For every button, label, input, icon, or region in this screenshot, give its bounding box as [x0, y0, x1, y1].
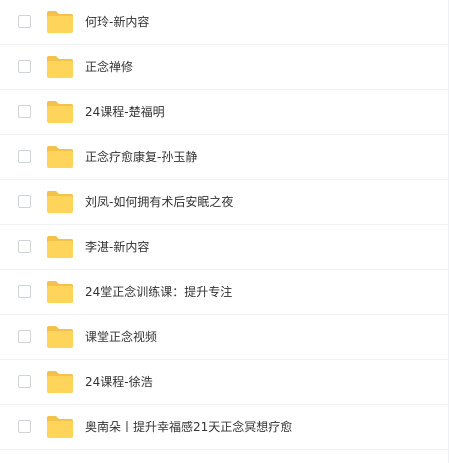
folder-icon	[46, 55, 74, 79]
folder-name[interactable]: 正念禅修	[85, 45, 133, 90]
list-item-8[interactable]: 24课程-徐浩	[0, 360, 448, 405]
folder-name[interactable]: 何玲-新内容	[85, 0, 149, 45]
folder-icon	[46, 280, 74, 304]
folder-name[interactable]: 正念疗愈康复-孙玉静	[85, 135, 197, 180]
row-checkbox[interactable]	[18, 195, 31, 208]
row-checkbox[interactable]	[18, 150, 31, 163]
list-item-1[interactable]: 正念禅修	[0, 45, 448, 90]
folder-name[interactable]: 24堂正念训练课：提升专注	[85, 270, 232, 315]
file-list: 何玲-新内容 正念禅修 24课程-楚福明 正念疗愈康复-孙玉静 刘凤-如何拥有术…	[0, 0, 449, 463]
list-item-5[interactable]: 李湛-新内容	[0, 225, 448, 270]
folder-icon	[46, 145, 74, 169]
folder-name[interactable]: 奥南朵丨提升幸福感21天正念冥想疗愈	[85, 405, 292, 450]
folder-icon	[46, 370, 74, 394]
row-checkbox[interactable]	[18, 330, 31, 343]
row-checkbox[interactable]	[18, 60, 31, 73]
row-checkbox[interactable]	[18, 420, 31, 433]
folder-name[interactable]: 24课程-徐浩	[85, 360, 153, 405]
folder-name[interactable]: 刘凤-如何拥有术后安眠之夜	[85, 180, 233, 225]
folder-icon	[46, 100, 74, 124]
folder-name[interactable]: 李湛-新内容	[85, 225, 149, 270]
list-item-0[interactable]: 何玲-新内容	[0, 0, 448, 45]
folder-icon	[46, 10, 74, 34]
folder-name[interactable]: 课堂正念视频	[85, 315, 157, 360]
folder-icon	[46, 235, 74, 259]
list-item-3[interactable]: 正念疗愈康复-孙玉静	[0, 135, 448, 180]
list-item-6[interactable]: 24堂正念训练课：提升专注	[0, 270, 448, 315]
row-checkbox[interactable]	[18, 375, 31, 388]
list-item-9[interactable]: 奥南朵丨提升幸福感21天正念冥想疗愈	[0, 405, 448, 450]
row-checkbox[interactable]	[18, 285, 31, 298]
row-checkbox[interactable]	[18, 105, 31, 118]
folder-icon	[46, 415, 74, 439]
folder-name[interactable]: 24课程-楚福明	[85, 90, 165, 135]
list-item-2[interactable]: 24课程-楚福明	[0, 90, 448, 135]
list-item-7[interactable]: 课堂正念视频	[0, 315, 448, 360]
row-checkbox[interactable]	[18, 15, 31, 28]
list-item-4[interactable]: 刘凤-如何拥有术后安眠之夜	[0, 180, 448, 225]
row-checkbox[interactable]	[18, 240, 31, 253]
folder-icon	[46, 190, 74, 214]
folder-icon	[46, 325, 74, 349]
